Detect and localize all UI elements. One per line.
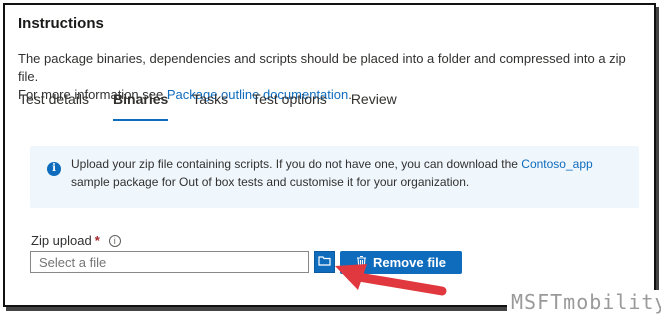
zip-upload-label-text: Zip upload bbox=[31, 233, 92, 248]
zip-file-input[interactable] bbox=[30, 251, 309, 273]
instructions-panel: Instructions The package binaries, depen… bbox=[3, 3, 656, 307]
zip-upload-label: Zip upload * i bbox=[31, 233, 121, 248]
required-marker: * bbox=[94, 233, 100, 248]
tab-test-options[interactable]: Test options bbox=[252, 91, 327, 121]
tab-review[interactable]: Review bbox=[351, 91, 397, 121]
info-message-bar: i Upload your zip file containing script… bbox=[30, 146, 639, 208]
description-line1: The package binaries, dependencies and s… bbox=[18, 51, 626, 84]
panel-title: Instructions bbox=[18, 15, 104, 32]
info-text-suffix: sample package for Out of box tests and … bbox=[71, 175, 470, 189]
contoso-app-link[interactable]: Contoso_app bbox=[521, 157, 592, 171]
help-icon[interactable]: i bbox=[108, 234, 121, 247]
wizard-tabs: Test details Binaries Tasks Test options… bbox=[19, 91, 421, 121]
watermark: MSFTmobility bbox=[507, 290, 661, 314]
tab-binaries[interactable]: Binaries bbox=[113, 91, 169, 121]
info-text-prefix: Upload your zip file containing scripts.… bbox=[71, 157, 522, 171]
info-icon: i bbox=[47, 162, 61, 176]
tab-tasks[interactable]: Tasks bbox=[192, 91, 228, 121]
red-arrow-annotation bbox=[335, 264, 447, 296]
arrow-head bbox=[335, 264, 367, 290]
tab-test-details[interactable]: Test details bbox=[19, 91, 89, 121]
